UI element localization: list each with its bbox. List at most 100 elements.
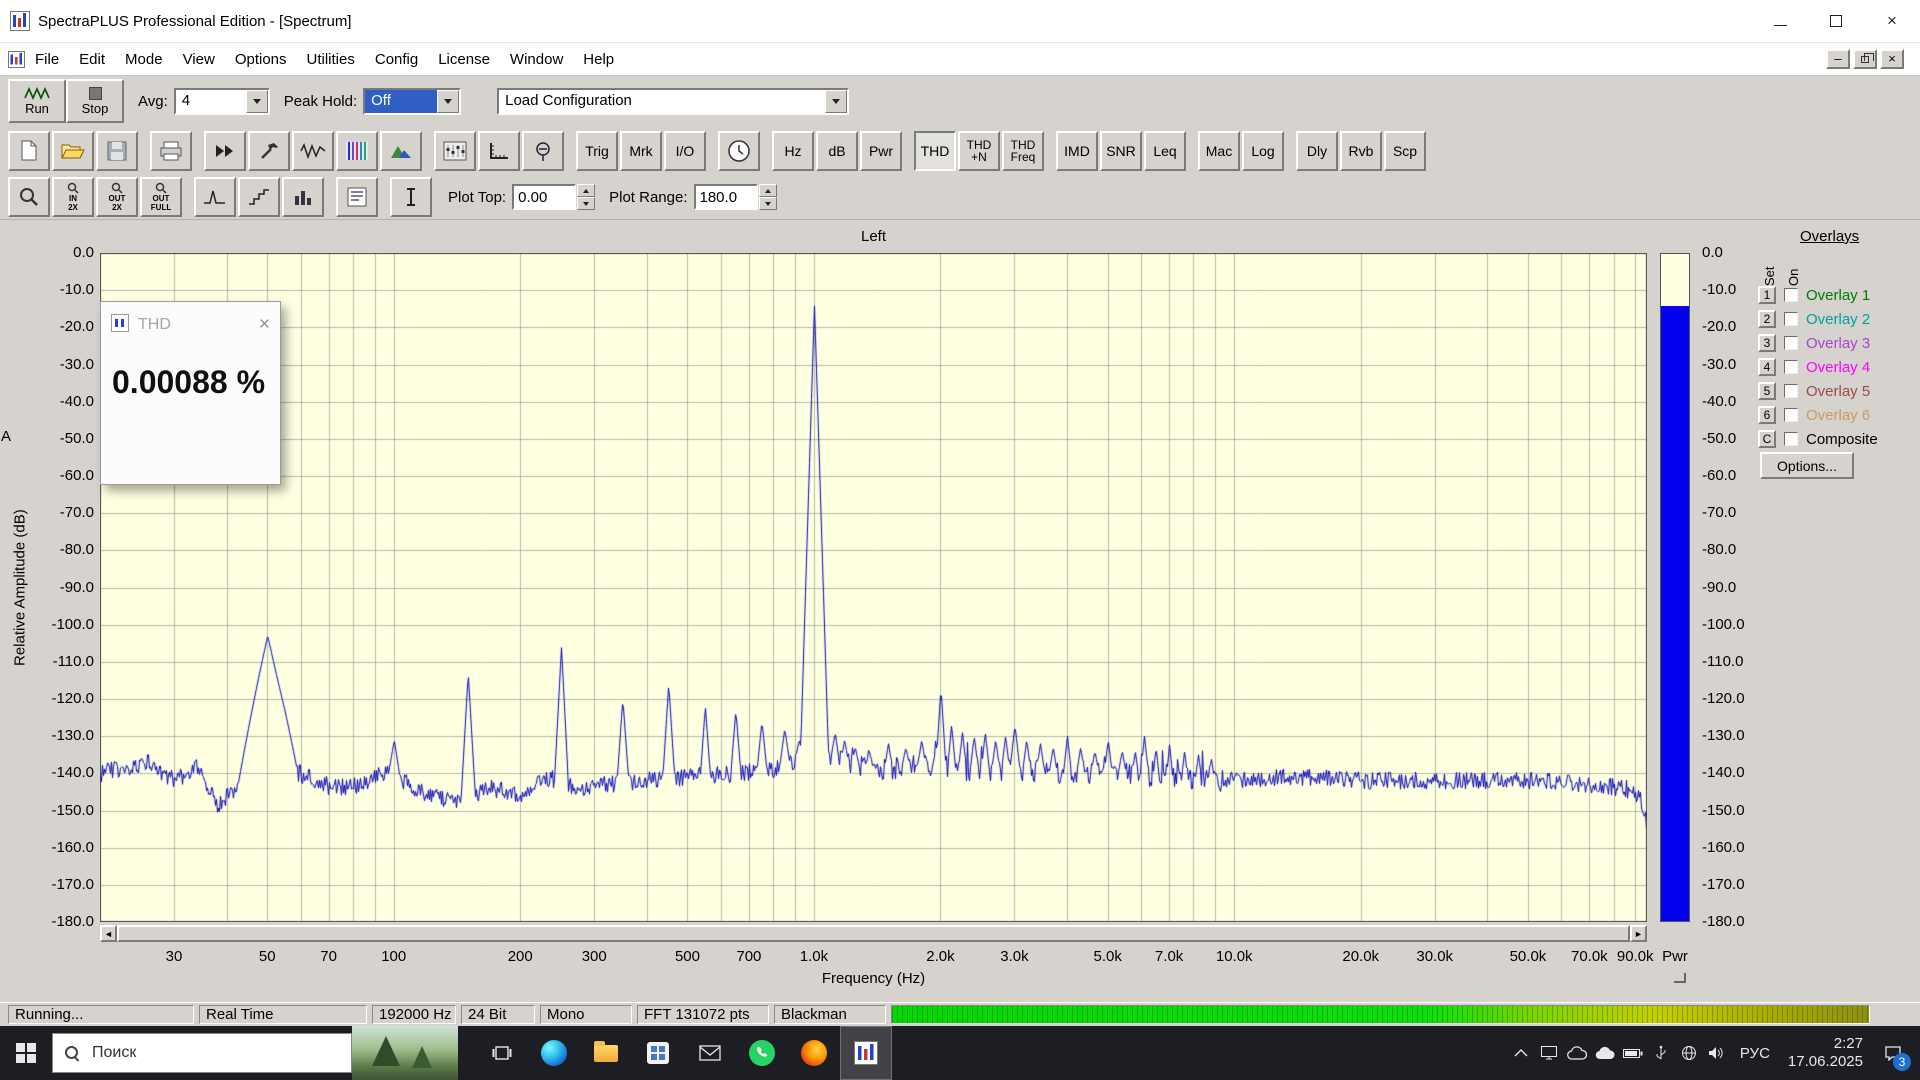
menu-license[interactable]: License (428, 46, 500, 73)
snr-button[interactable]: SNR (1100, 131, 1142, 171)
db-button[interactable]: dB (816, 131, 858, 171)
overlay-checkbox[interactable] (1784, 408, 1798, 422)
zoom-out-2x-button[interactable]: OUT2X (96, 177, 138, 217)
zoom-out-full-button[interactable]: OUTFULL (140, 177, 182, 217)
thd-window[interactable]: THD × 0.00088 % (100, 301, 281, 485)
tray-battery-icon[interactable] (1619, 1026, 1647, 1080)
tray-usb-icon[interactable] (1647, 1026, 1675, 1080)
marker-button[interactable]: Mrk (620, 131, 662, 171)
overlay-checkbox[interactable] (1784, 384, 1798, 398)
taskbar-clock[interactable]: 2:27 17.06.2025 (1779, 1035, 1872, 1071)
notes-list-button[interactable] (336, 177, 378, 217)
peak-hold-combobox[interactable]: Off (363, 88, 461, 115)
io-button[interactable]: I/O (664, 131, 706, 171)
plot-range-spinner[interactable] (759, 184, 777, 210)
menu-mode[interactable]: Mode (115, 46, 173, 73)
overlay-checkbox[interactable] (1784, 360, 1798, 374)
peak-curve-button[interactable] (194, 177, 236, 217)
horizontal-scrollbar[interactable]: ◄ ► (100, 925, 1647, 942)
plot-top-input[interactable] (512, 184, 576, 210)
tray-volume-icon[interactable] (1703, 1026, 1731, 1080)
overlay-checkbox[interactable] (1784, 312, 1798, 326)
menu-view[interactable]: View (173, 46, 225, 73)
child-minimize-button[interactable]: – (1826, 49, 1850, 69)
print-button[interactable] (150, 131, 192, 171)
plot-top-spinner[interactable] (577, 184, 595, 210)
tray-monitor-icon[interactable] (1535, 1026, 1563, 1080)
trigger-button[interactable]: Trig (576, 131, 618, 171)
overlay-checkbox[interactable] (1784, 336, 1798, 350)
scrollbar-thumb[interactable] (117, 925, 1630, 942)
fast-forward-button[interactable] (204, 131, 246, 171)
tray-cloud-icon[interactable] (1563, 1026, 1591, 1080)
peak-hold-dropdown-arrow[interactable] (437, 90, 459, 113)
start-button[interactable] (0, 1026, 52, 1080)
overlay-set-button[interactable]: 1 (1758, 286, 1776, 304)
maximize-button[interactable] (1808, 0, 1864, 42)
taskbar-edge[interactable] (528, 1026, 580, 1080)
taskbar-whatsapp[interactable] (736, 1026, 788, 1080)
thd-button[interactable]: THD (914, 131, 956, 171)
scale-ruler-button[interactable] (478, 131, 520, 171)
phase-scope-button[interactable] (522, 131, 564, 171)
zoom-in-2x-button[interactable]: IN2X (52, 177, 94, 217)
menu-file[interactable]: File (25, 46, 69, 73)
pwr-button[interactable]: Pwr (860, 131, 902, 171)
taskbar-firefox[interactable] (788, 1026, 840, 1080)
task-view-button[interactable] (476, 1026, 528, 1080)
menu-utilities[interactable]: Utilities (297, 46, 365, 73)
overlays-options-button[interactable]: Options... (1760, 452, 1854, 479)
leq-button[interactable]: Leq (1144, 131, 1186, 171)
taskbar-file-explorer[interactable] (580, 1026, 632, 1080)
surface-3d-view-button[interactable] (380, 131, 422, 171)
cursor-ibeam-button[interactable] (390, 177, 432, 217)
tray-cloud2-icon[interactable] (1591, 1026, 1619, 1080)
mixer-button[interactable] (434, 131, 476, 171)
step-plot-button[interactable] (238, 177, 280, 217)
overlay-set-button[interactable]: C (1758, 430, 1776, 448)
overlay-set-button[interactable]: 5 (1758, 382, 1776, 400)
imd-button[interactable]: IMD (1056, 131, 1098, 171)
taskbar-search[interactable]: Поиск (52, 1033, 352, 1073)
log-button[interactable]: Log (1242, 131, 1284, 171)
plot-range-input[interactable] (694, 184, 758, 210)
tools-button[interactable] (248, 131, 290, 171)
new-file-button[interactable] (8, 131, 50, 171)
avg-dropdown-arrow[interactable] (246, 90, 268, 113)
avg-combobox[interactable]: 4 (174, 88, 270, 115)
close-button[interactable]: × (1864, 0, 1920, 42)
resize-corner[interactable] (1674, 973, 1686, 983)
overlay-set-button[interactable]: 3 (1758, 334, 1776, 352)
overlay-set-button[interactable]: 4 (1758, 358, 1776, 376)
macro-button[interactable]: Mac (1198, 131, 1240, 171)
scroll-right-button[interactable]: ► (1630, 925, 1647, 942)
configuration-combobox[interactable]: Load Configuration (497, 88, 849, 115)
stop-button[interactable]: Stop (66, 79, 124, 123)
menu-help[interactable]: Help (573, 46, 624, 73)
menu-window[interactable]: Window (500, 46, 573, 73)
spectrum-canvas[interactable] (100, 253, 1647, 922)
configuration-dropdown-arrow[interactable] (825, 90, 847, 113)
overlay-checkbox[interactable] (1784, 288, 1798, 302)
taskbar-app-grid[interactable] (632, 1026, 684, 1080)
run-button[interactable]: Run (8, 79, 66, 123)
thd-title-bar[interactable]: THD × (101, 302, 280, 348)
thd-close-icon[interactable]: × (259, 314, 270, 336)
overlay-checkbox[interactable] (1784, 432, 1798, 446)
menu-options[interactable]: Options (225, 46, 297, 73)
zoom-button[interactable] (8, 177, 50, 217)
timer-button[interactable] (718, 131, 760, 171)
menu-edit[interactable]: Edit (69, 46, 115, 73)
child-restore-button[interactable] (1853, 49, 1877, 69)
open-file-button[interactable] (52, 131, 94, 171)
scope-button[interactable]: Scp (1384, 131, 1426, 171)
spectrogram-view-button[interactable] (336, 131, 378, 171)
delay-button[interactable]: Dly (1296, 131, 1338, 171)
overlay-set-button[interactable]: 2 (1758, 310, 1776, 328)
waveform-view-button[interactable] (292, 131, 334, 171)
tray-globe-icon[interactable] (1675, 1026, 1703, 1080)
bar-graph-button[interactable] (282, 177, 324, 217)
minimize-button[interactable] (1752, 0, 1808, 42)
save-button[interactable] (96, 131, 138, 171)
scroll-left-button[interactable]: ◄ (100, 925, 117, 942)
